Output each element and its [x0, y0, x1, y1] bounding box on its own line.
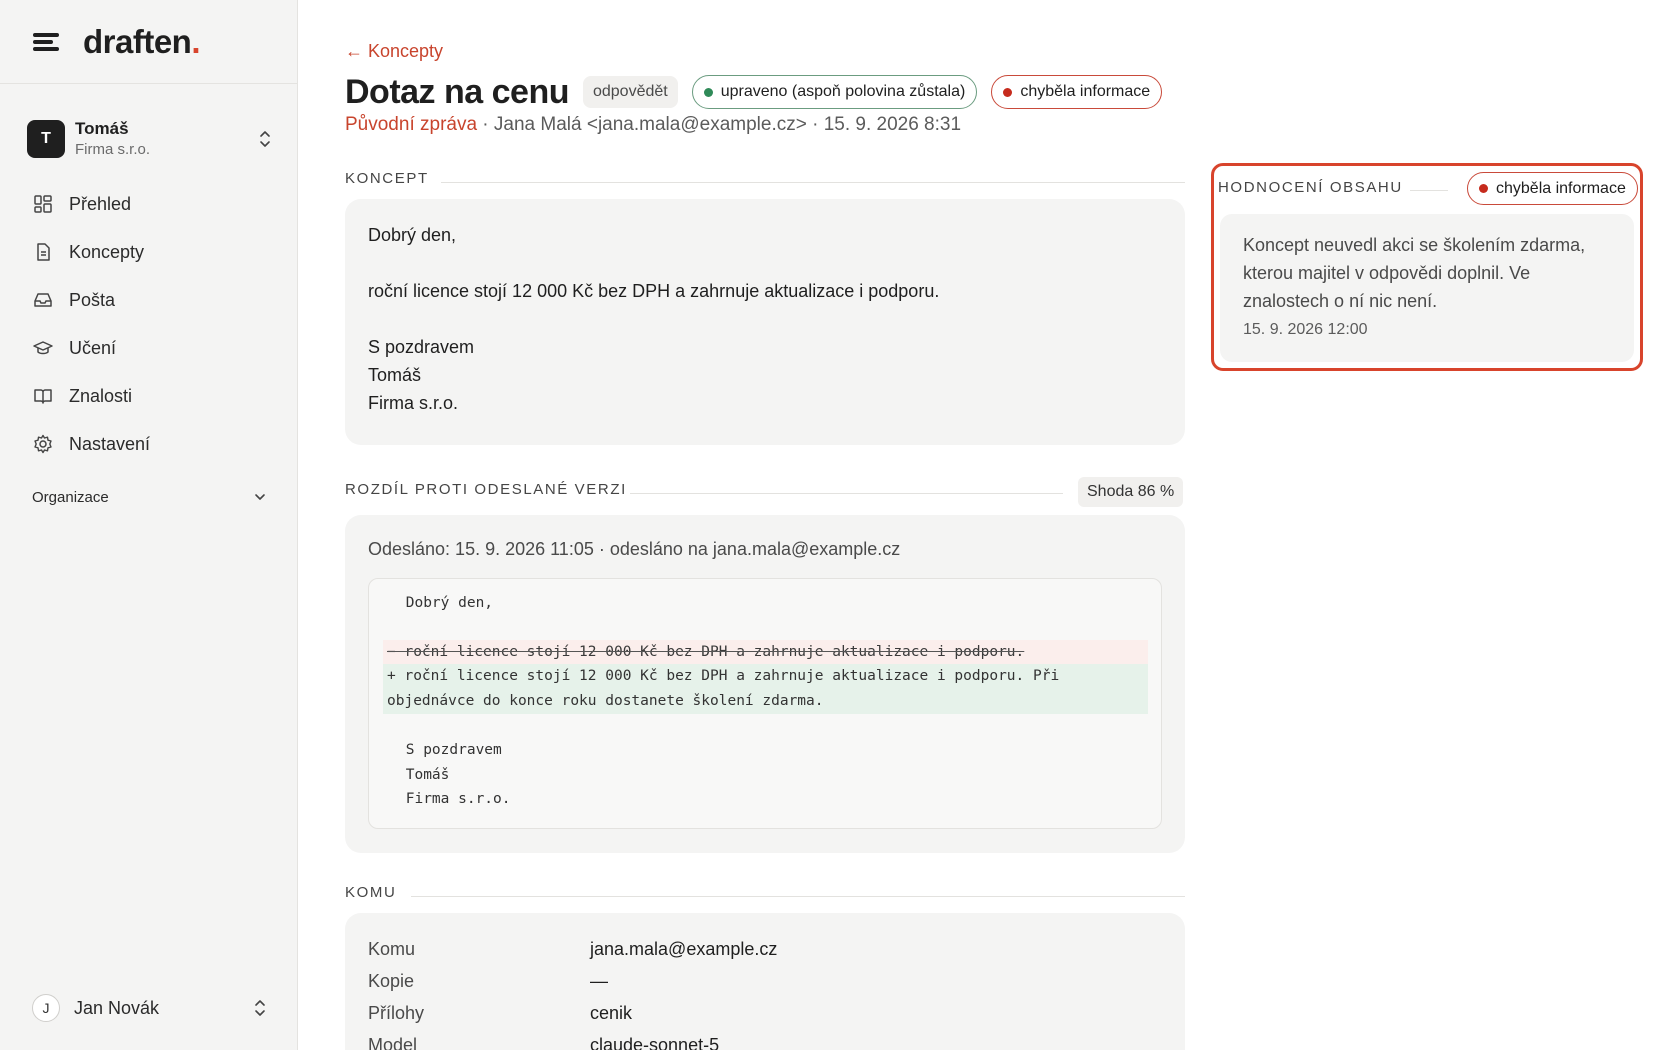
- recipients-section-label: KOMU: [345, 883, 397, 901]
- diff-context-line: Tomáš: [397, 767, 450, 783]
- status-badge-label: chyběla informace: [1496, 179, 1626, 197]
- concept-body: Dobrý den, roční licence stojí 12 000 Kč…: [345, 199, 1185, 439]
- user-avatar: J: [32, 994, 60, 1022]
- account-name: Tomáš: [75, 119, 129, 138]
- message-meta-details: · Jana Malá <jana.mala@example.cz> · 15.…: [477, 114, 962, 135]
- hamburger-menu-icon[interactable]: [33, 31, 59, 53]
- concept-line: Firma s.r.o.: [368, 393, 459, 413]
- user-name: Jan Novák: [74, 997, 160, 1018]
- original-message-link[interactable]: Původní zpráva: [345, 114, 477, 135]
- evaluation-section-label: HODNOCENÍ OBSAHU: [1218, 179, 1403, 196]
- gear-icon: [32, 433, 54, 455]
- chevron-down-icon: [253, 489, 267, 506]
- sidebar-item-posta[interactable]: Pošta: [22, 276, 277, 324]
- concept-card: Dobrý den, roční licence stojí 12 000 Kč…: [345, 199, 1185, 445]
- row-value: claude-sonnet-5: [590, 1034, 720, 1050]
- row-key: Kopie: [368, 970, 415, 991]
- status-badge-label: chyběla informace: [1020, 83, 1151, 100]
- message-meta: Původní zpráva · Jana Malá <jana.mala@ex…: [345, 114, 961, 136]
- sidebar-item-nastaveni[interactable]: Nastavení: [22, 420, 277, 468]
- table-row: Kopie —: [368, 965, 777, 997]
- concept-line: Dobrý den,: [368, 225, 457, 245]
- row-value: cenik: [590, 1002, 633, 1023]
- diff-context-line: S pozdravem: [397, 742, 502, 758]
- sidebar-item-koncepty[interactable]: Koncepty: [22, 228, 277, 276]
- row-value: jana.mala@example.cz: [590, 938, 778, 959]
- diff-card: Odesláno: 15. 9. 2026 11:05 · odesláno n…: [345, 515, 1185, 853]
- graduation-cap-icon: [32, 337, 54, 359]
- evaluation-text: Koncept neuvedl akci se školením zdarma,…: [1243, 235, 1586, 311]
- account-avatar: T: [27, 120, 65, 158]
- evaluation-card: Koncept neuvedl akci se školením zdarma,…: [1220, 214, 1634, 362]
- account-switcher[interactable]: T Tomáš Firma s.r.o.: [27, 116, 272, 162]
- sidebar-item-label: Přehled: [69, 193, 132, 214]
- status-dot-icon: [1003, 87, 1013, 97]
- document-icon: [32, 241, 54, 263]
- recipients-card: Komu jana.mala@example.cz Kopie — Přílohy c…: [345, 913, 1185, 1050]
- diff-removed-line: − roční licence stojí 12 000 Kč bez DPH …: [383, 640, 1148, 664]
- title-row: Dotaz na cenu odpovědět upraveno (aspoň …: [345, 71, 1176, 113]
- row-key: Přílohy: [368, 1002, 425, 1023]
- diff-context-line: Dobrý den,: [397, 595, 494, 611]
- section-divider: [441, 182, 1185, 183]
- status-badge-label: upraveno (aspoň polovina zůstala): [720, 83, 966, 100]
- table-row: Komu jana.mala@example.cz: [368, 933, 777, 965]
- status-badge-missing-info: chyběla informace: [991, 75, 1163, 109]
- sidebar-item-label: Nastavení: [69, 433, 151, 454]
- dashboard-icon: [32, 193, 54, 215]
- concept-line: [368, 305, 1162, 333]
- content-evaluation-panel: HODNOCENÍ OBSAHU chyběla informace Konce…: [1211, 163, 1643, 371]
- row-key: Komu: [368, 938, 416, 959]
- table-row: Přílohy cenik: [368, 997, 777, 1029]
- diff-view: Dobrý den, − roční licence stojí 12 000 …: [368, 578, 1162, 829]
- brand-header: draften.: [0, 0, 297, 84]
- back-link[interactable]: ← Koncepty: [345, 41, 443, 62]
- organization-toggle[interactable]: Organizace: [32, 485, 267, 509]
- account-org: Firma s.r.o.: [75, 141, 151, 158]
- concept-line: [368, 249, 1162, 277]
- row-value: —: [590, 970, 608, 991]
- sidebar-item-label: Znalosti: [69, 385, 133, 406]
- logo[interactable]: draften.: [83, 23, 200, 61]
- recipients-table: Komu jana.mala@example.cz Kopie — Přílohy c…: [368, 933, 777, 1050]
- concept-line: S pozdravem: [368, 337, 475, 357]
- sidebar-item-znalosti[interactable]: Znalosti: [22, 372, 277, 420]
- diff-context-line: Firma s.r.o.: [397, 791, 511, 807]
- table-row: Model claude-sonnet-5: [368, 1029, 777, 1050]
- sidebar-nav: Přehled Koncepty Pošta Učení Znalosti Na…: [22, 180, 277, 468]
- sidebar-item-uceni[interactable]: Učení: [22, 324, 277, 372]
- page-title: Dotaz na cenu: [345, 72, 569, 111]
- sidebar-item-prehled[interactable]: Přehled: [22, 180, 277, 228]
- diff-added-line: + roční licence stojí 12 000 Kč bez DPH …: [383, 664, 1148, 714]
- sidebar-item-label: Pošta: [69, 289, 116, 310]
- inbox-icon: [32, 289, 54, 311]
- section-divider: [1410, 190, 1448, 191]
- user-menu[interactable]: J Jan Novák: [32, 993, 267, 1023]
- concept-section-label: KONCEPT: [345, 169, 429, 187]
- status-dot-icon: [703, 87, 713, 97]
- evaluation-status-badge: chyběla informace: [1467, 172, 1638, 205]
- status-dot-icon: [1479, 184, 1488, 193]
- sidebar-item-label: Učení: [69, 337, 117, 358]
- type-badge: odpovědět: [582, 76, 678, 108]
- sent-info: Odesláno: 15. 9. 2026 11:05 · odesláno n…: [368, 539, 901, 559]
- section-divider: [411, 896, 1185, 897]
- diff-section-label: ROZDÍL PROTI ODESLANÉ VERZI: [345, 480, 627, 498]
- match-badge: Shoda 86 %: [1078, 477, 1184, 507]
- concept-line: Tomáš: [368, 365, 422, 385]
- status-badge-edited: upraveno (aspoň polovina zůstala): [691, 75, 978, 109]
- organization-label: Organizace: [32, 488, 109, 506]
- chevron-up-down-icon: [258, 129, 272, 149]
- sidebar: draften. T Tomáš Firma s.r.o. Přehled Ko…: [0, 0, 298, 1050]
- sidebar-item-label: Koncepty: [69, 241, 145, 262]
- evaluation-timestamp: 15. 9. 2026 12:00: [1243, 321, 1368, 338]
- section-divider: [630, 493, 1063, 494]
- chevron-up-down-icon: [253, 998, 267, 1018]
- concept-line: roční licence stojí 12 000 Kč bez DPH a …: [368, 281, 940, 301]
- book-icon: [32, 385, 54, 407]
- row-key: Model: [368, 1034, 418, 1050]
